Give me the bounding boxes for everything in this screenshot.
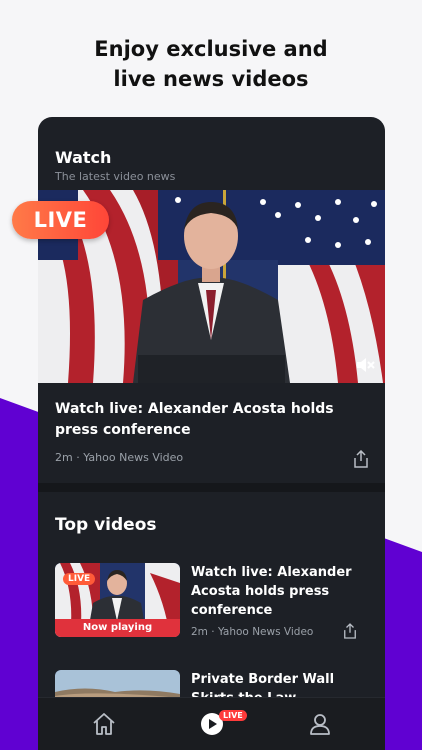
top-video-meta: 2m · Yahoo News Video (191, 626, 313, 638)
featured-video-age: 2m (55, 451, 73, 464)
featured-video-title[interactable]: Watch live: Alexander Acosta holds press… (55, 399, 355, 441)
watch-subtitle: The latest video news (55, 170, 176, 183)
top-video-title[interactable]: Watch live: Alexander Acosta holds press… (191, 563, 361, 620)
top-video-source: Yahoo News Video (217, 626, 314, 638)
featured-video-source: Yahoo News Video (83, 451, 184, 464)
live-tab-badge: LIVE (219, 710, 247, 721)
live-badge: LIVE (63, 573, 96, 585)
meta-separator: · (211, 626, 218, 638)
share-icon[interactable] (343, 623, 357, 639)
mute-icon[interactable] (355, 356, 375, 374)
promo-headline: Enjoy exclusive and live news videos (0, 34, 422, 94)
profile-icon[interactable] (306, 710, 334, 738)
top-videos-title: Top videos (55, 515, 157, 535)
promo-headline-line-1: Enjoy exclusive and (94, 37, 328, 61)
top-video-age: 2m (191, 626, 208, 638)
video-thumbnail[interactable]: LIVE Now playing (55, 563, 180, 637)
bottom-tab-bar: LIVE (38, 697, 385, 750)
section-divider (38, 483, 385, 492)
promo-headline-line-2: live news videos (113, 67, 309, 91)
now-playing-label: Now playing (55, 619, 180, 637)
share-icon[interactable] (353, 450, 369, 468)
live-badge-large: LIVE (12, 201, 109, 239)
featured-video-meta: 2m · Yahoo News Video (55, 451, 183, 464)
watch-title: Watch (55, 148, 112, 167)
home-icon[interactable] (90, 710, 118, 738)
watch-section-header: Watch The latest video news (55, 148, 175, 185)
